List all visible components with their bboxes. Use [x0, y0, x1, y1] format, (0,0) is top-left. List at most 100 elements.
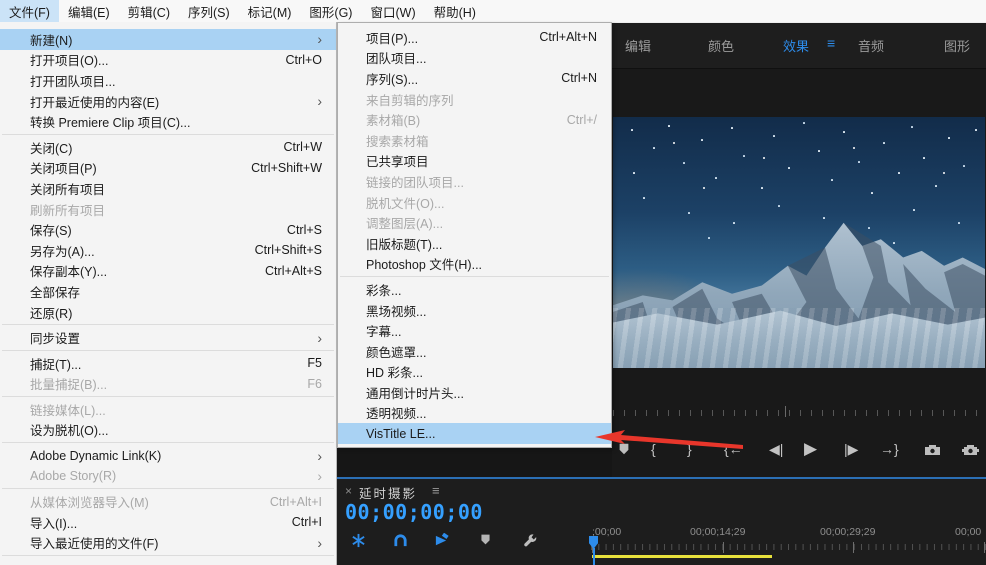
file-menu-item-2-label: 打开团队项目...	[30, 74, 116, 89]
file-menu-item-11-label: 保存副本(Y)...	[30, 265, 108, 280]
file-menu-item-23[interactable]: 导入最近使用的文件(F) ›	[0, 533, 336, 554]
workspace-menu-icon[interactable]: ≡	[827, 35, 835, 51]
file-menu-item-8: 刷新所有项目	[0, 199, 336, 220]
file-menu-item-9-shortcut: Ctrl+S	[286, 222, 322, 237]
menu-separator	[2, 488, 334, 490]
menubar-item-5[interactable]: 图形(G)	[300, 0, 361, 22]
tab-audio[interactable]: 音频	[858, 36, 884, 55]
file-menu-item-7[interactable]: 关闭所有项目	[0, 178, 336, 199]
file-menu-item-4[interactable]: 转换 Premiere Clip 项目(C)...	[0, 111, 336, 132]
file-menu-item-2[interactable]: 打开团队项目...	[0, 70, 336, 91]
submenu-arrow-icon: ›	[317, 447, 322, 464]
file-menu-item-9[interactable]: 保存(S) Ctrl+S	[0, 219, 336, 240]
menu-separator	[340, 276, 609, 278]
file-menu-item-15-shortcut: F5	[307, 356, 322, 371]
file-menu-item-13[interactable]: 还原(R)	[0, 302, 336, 323]
new-submenu-item-19[interactable]: VisTitle LE...	[338, 423, 611, 444]
file-menu-item-17: 链接媒体(L)...	[0, 399, 336, 420]
new-submenu-item-14[interactable]: 字幕...	[338, 320, 611, 341]
new-submenu-item-18[interactable]: 透明视频...	[338, 403, 611, 424]
new-submenu-item-10[interactable]: 旧版标题(T)...	[338, 233, 611, 254]
file-menu-item-22-shortcut: Ctrl+I	[291, 515, 322, 530]
ruler-ticks	[591, 544, 986, 552]
file-menu-item-11[interactable]: 保存副本(Y)... Ctrl+Alt+S	[0, 261, 336, 282]
new-submenu-item-15[interactable]: 颜色遮罩...	[338, 341, 611, 362]
go-to-out-button[interactable]: →}	[880, 437, 899, 461]
file-menu-item-19[interactable]: Adobe Dynamic Link(K) ›	[0, 445, 336, 466]
tab-color[interactable]: 颜色	[708, 36, 734, 55]
new-submenu-item-6-label: 已共享项目	[366, 155, 429, 170]
file-menu-item-14[interactable]: 同步设置 ›	[0, 327, 336, 348]
insert-nest-button[interactable]	[351, 533, 366, 553]
comparison-view-icon	[962, 444, 979, 455]
file-menu-item-19-label: Adobe Dynamic Link(K)	[30, 448, 162, 463]
new-submenu-item-17[interactable]: 通用倒计时片头...	[338, 382, 611, 403]
file-menu-item-21-label: 从媒体浏览器导入(M)	[30, 496, 149, 511]
file-menu-item-0[interactable]: 新建(N) ›	[0, 29, 336, 50]
menubar-item-4[interactable]: 标记(M)	[239, 0, 301, 22]
file-menu-item-15[interactable]: 捕捉(T)... F5	[0, 353, 336, 374]
new-submenu-item-12[interactable]: 彩条...	[338, 279, 611, 300]
menubar-item-7[interactable]: 帮助(H)	[425, 0, 485, 22]
step-back-button[interactable]: ◀|	[769, 437, 783, 461]
timeline-panel: × 延时摄影 ≡ 00;00;00;00 ;00;00 00;00;14;29 …	[337, 477, 986, 565]
linked-selection-button[interactable]	[434, 532, 449, 553]
timeline-panel-menu-icon[interactable]: ≡	[432, 483, 440, 498]
wrench-icon	[524, 534, 537, 547]
menubar-item-3[interactable]: 序列(S)	[179, 0, 239, 22]
submenu-arrow-icon: ›	[317, 31, 322, 48]
tab-effects[interactable]: 效果	[783, 36, 809, 55]
file-menu-item-1-shortcut: Ctrl+O	[285, 52, 322, 67]
new-submenu-item-1[interactable]: 团队项目...	[338, 48, 611, 69]
menubar-item-1[interactable]: 编辑(E)	[59, 0, 119, 22]
close-icon[interactable]: ×	[345, 484, 352, 498]
file-menu-item-16-shortcut: F6	[307, 376, 322, 391]
file-menu-item-1[interactable]: 打开项目(O)... Ctrl+O	[0, 50, 336, 71]
export-frame-button[interactable]	[924, 437, 941, 461]
tab-graphics[interactable]: 图形	[944, 36, 970, 55]
timeline-settings-button[interactable]	[523, 533, 538, 553]
menubar-item-2[interactable]: 剪辑(C)	[119, 0, 179, 22]
new-submenu-item-13[interactable]: 黑场视频...	[338, 300, 611, 321]
monitor-scrub-ruler[interactable]	[613, 408, 985, 416]
file-menu-item-3-label: 打开最近使用的内容(E)	[30, 95, 160, 110]
menu-separator	[2, 349, 334, 351]
file-menu-item-18[interactable]: 设为脱机(O)...	[0, 420, 336, 441]
new-submenu-item-19-label: VisTitle LE...	[366, 426, 436, 441]
play-button[interactable]: ▶	[804, 437, 817, 461]
timeline-timecode[interactable]: 00;00;00;00	[345, 500, 483, 524]
snap-button[interactable]	[393, 533, 408, 553]
file-menu-item-15-label: 捕捉(T)...	[30, 357, 82, 372]
file-menu-item-10-label: 另存为(A)...	[30, 244, 95, 259]
file-menu-item-1-label: 打开项目(O)...	[30, 54, 109, 69]
menubar-item-0[interactable]: 文件(F)	[0, 0, 59, 22]
menubar-item-6[interactable]: 窗口(W)	[361, 0, 424, 22]
menu-separator	[2, 442, 334, 444]
new-submenu-item-2[interactable]: 序列(S)... Ctrl+N	[338, 68, 611, 89]
new-submenu-item-0[interactable]: 项目(P)... Ctrl+Alt+N	[338, 27, 611, 48]
file-menu-item-3[interactable]: 打开最近使用的内容(E) ›	[0, 91, 336, 112]
new-submenu-item-15-label: 颜色遮罩...	[366, 345, 427, 360]
new-submenu-item-7-label: 链接的团队项目...	[366, 175, 464, 190]
new-submenu-item-6[interactable]: 已共享项目	[338, 151, 611, 172]
step-forward-button[interactable]: |▶	[844, 437, 858, 461]
file-menu-item-12[interactable]: 全部保存	[0, 281, 336, 302]
file-menu-item-6[interactable]: 关闭项目(P) Ctrl+Shift+W	[0, 158, 336, 179]
major-tick	[723, 542, 724, 553]
comparison-view-button[interactable]	[962, 437, 979, 461]
file-menu-item-21: 从媒体浏览器导入(M) Ctrl+Alt+I	[0, 491, 336, 512]
file-menu-item-22[interactable]: 导入(I)... Ctrl+I	[0, 512, 336, 533]
file-menu-item-23-label: 导入最近使用的文件(F)	[30, 537, 159, 552]
tab-edit[interactable]: 编辑	[625, 36, 651, 55]
timeline-add-marker-button[interactable]	[479, 533, 492, 551]
new-submenu-item-0-label: 项目(P)...	[366, 31, 419, 46]
new-submenu-item-11[interactable]: Photoshop 文件(H)...	[338, 254, 611, 275]
timeline-ruler[interactable]: ;00;00 00;00;14;29 00;00;29;29 00;00	[587, 519, 986, 565]
file-menu-item-18-label: 设为脱机(O)...	[30, 424, 109, 439]
export-frame-icon	[925, 444, 940, 455]
submenu-arrow-icon: ›	[317, 534, 322, 551]
ruler-label-2: 00;00;29;29	[820, 526, 876, 538]
file-menu-item-10[interactable]: 另存为(A)... Ctrl+Shift+S	[0, 240, 336, 261]
new-submenu-item-16[interactable]: HD 彩条...	[338, 362, 611, 383]
file-menu-item-5[interactable]: 关闭(C) Ctrl+W	[0, 137, 336, 158]
